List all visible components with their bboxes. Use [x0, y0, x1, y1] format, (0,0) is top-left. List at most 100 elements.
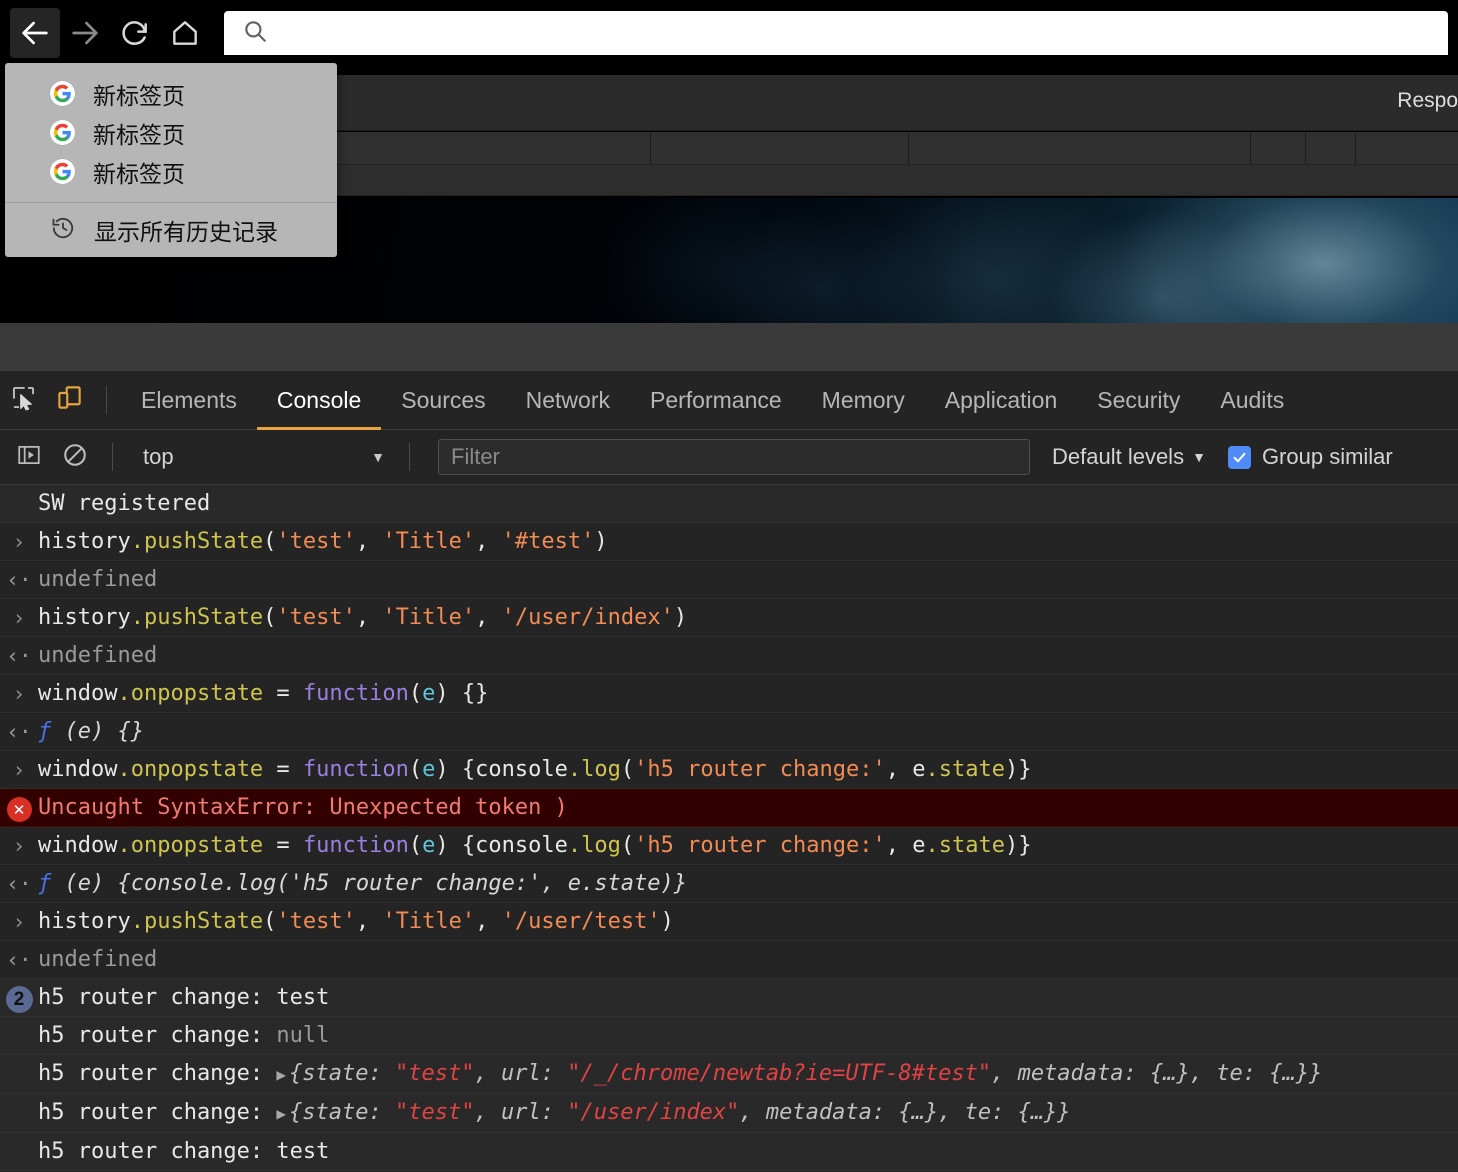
console-row-text: undefined [38, 565, 157, 595]
console-row[interactable]: ‹·undefined [0, 561, 1458, 599]
console-row[interactable]: SW registered [0, 485, 1458, 523]
tab-label: Console [277, 387, 361, 414]
tab-performance[interactable]: Performance [630, 371, 802, 430]
console-row[interactable]: ›window.onpopstate = function(e) {} [0, 675, 1458, 713]
expand-object-triangle[interactable]: ▶ [276, 1104, 286, 1123]
execution-context-select[interactable]: top ▼ [127, 440, 395, 474]
group-similar-checkbox[interactable] [1228, 446, 1251, 469]
home-button[interactable] [160, 8, 210, 58]
history-dropdown-menu: 新标签页 新标签页 新标签页 [5, 63, 337, 257]
back-button[interactable] [10, 8, 60, 58]
devtools-tabbar: Elements Console Sources Network Perform… [0, 371, 1458, 430]
console-toolbar: top ▼ Filter Default levels ▼ Group simi… [0, 430, 1458, 485]
toolbar-divider [409, 443, 410, 471]
clear-console-button[interactable] [52, 434, 98, 480]
console-row[interactable]: ‹·undefined [0, 637, 1458, 675]
console-row-text: history.pushState('test', 'Title', '#tes… [38, 527, 608, 557]
group-similar-toggle[interactable]: Group similar [1228, 444, 1393, 470]
console-row-text: Uncaught SyntaxError: Unexpected token ) [38, 793, 568, 823]
device-toolbar-button[interactable] [46, 377, 92, 423]
history-clock-icon [50, 215, 76, 246]
tab-sources[interactable]: Sources [381, 371, 505, 430]
history-menu-item[interactable]: 新标签页 [5, 152, 337, 191]
console-row[interactable]: ‹·undefined [0, 941, 1458, 979]
console-row[interactable]: ›window.onpopstate = function(e) {consol… [0, 751, 1458, 789]
console-row-text: SW registered [38, 489, 210, 519]
tab-security[interactable]: Security [1077, 371, 1200, 430]
device-toolbar-icon [56, 384, 83, 416]
console-row-text: h5 router change: null [38, 1021, 329, 1051]
row-gutter [0, 1021, 38, 1022]
tab-network[interactable]: Network [506, 371, 630, 430]
show-all-history-item[interactable]: 显示所有历史记录 [5, 203, 337, 257]
console-row[interactable]: ✕Uncaught SyntaxError: Unexpected token … [0, 789, 1458, 827]
tab-label: Audits [1220, 387, 1284, 414]
devtools-panel: Elements Console Sources Network Perform… [0, 370, 1458, 1172]
show-all-history-label: 显示所有历史记录 [94, 213, 278, 247]
output-result-icon: ‹· [0, 565, 38, 594]
output-result-icon: ‹· [0, 945, 38, 974]
console-row-text: history.pushState('test', 'Title', '/use… [38, 907, 674, 937]
cell-divider [1355, 132, 1356, 164]
console-row-text: window.onpopstate = function(e) {console… [38, 831, 1032, 861]
search-icon [242, 18, 268, 49]
console-row[interactable]: h5 router change: null [0, 1017, 1458, 1055]
console-row[interactable]: ‹·ƒ (e) {} [0, 713, 1458, 751]
history-menu-item-label: 新标签页 [93, 116, 185, 150]
toolbar-divider [112, 443, 113, 471]
back-arrow-icon [18, 16, 52, 50]
history-menu-item-label: 新标签页 [93, 77, 185, 111]
chevron-down-icon: ▼ [371, 449, 385, 465]
address-bar[interactable] [224, 11, 1448, 55]
console-row-text: ƒ (e) {} [38, 717, 144, 747]
reload-icon [119, 17, 151, 49]
input-prompt-icon: › [0, 907, 38, 936]
filter-placeholder: Filter [451, 444, 500, 470]
tab-console[interactable]: Console [257, 371, 381, 430]
console-row[interactable]: ›history.pushState('test', 'Title', '#te… [0, 523, 1458, 561]
cell-divider [1250, 132, 1251, 164]
filter-input[interactable]: Filter [438, 439, 1030, 475]
forward-arrow-icon [68, 16, 102, 50]
tab-label: Elements [141, 387, 237, 414]
page-footer [0, 323, 1458, 370]
console-row[interactable]: h5 router change: test [0, 1133, 1458, 1171]
console-row[interactable]: ›window.onpopstate = function(e) {consol… [0, 827, 1458, 865]
cell-divider [650, 132, 651, 164]
console-row-text: window.onpopstate = function(e) {} [38, 679, 488, 709]
console-row-text: undefined [38, 945, 157, 975]
history-menu-item[interactable]: 新标签页 [5, 74, 337, 113]
tab-label: Memory [822, 387, 905, 414]
inspect-element-button[interactable] [0, 377, 46, 423]
reload-button[interactable] [110, 8, 160, 58]
console-row[interactable]: ‹·ƒ (e) {console.log('h5 router change:'… [0, 865, 1458, 903]
forward-button[interactable] [60, 8, 110, 58]
log-levels-select[interactable]: Default levels ▼ [1052, 444, 1206, 470]
google-g-icon [50, 120, 75, 145]
console-row[interactable]: h5 router change: ▶{state: "test", url: … [0, 1055, 1458, 1094]
row-gutter [0, 1098, 38, 1099]
tab-application[interactable]: Application [925, 371, 1078, 430]
console-log-list[interactable]: SW registered›history.pushState('test', … [0, 485, 1458, 1171]
expand-object-triangle[interactable]: ▶ [276, 1065, 286, 1084]
console-row-text: window.onpopstate = function(e) {console… [38, 755, 1032, 785]
tab-elements[interactable]: Elements [121, 371, 257, 430]
toolbar-divider [106, 386, 107, 414]
tab-label: Application [945, 387, 1058, 414]
console-sidebar-button[interactable] [6, 434, 52, 480]
console-row-text: h5 router change: ▶{state: "test", url: … [38, 1059, 1322, 1090]
input-prompt-icon: › [0, 755, 38, 784]
console-row[interactable]: ›history.pushState('test', 'Title', '/us… [0, 903, 1458, 941]
tab-label: Sources [401, 387, 485, 414]
console-row[interactable]: 2h5 router change: test [0, 979, 1458, 1017]
console-row[interactable]: h5 router change: ▶{state: "test", url: … [0, 1094, 1458, 1133]
history-menu-item[interactable]: 新标签页 [5, 113, 337, 152]
chevron-down-icon: ▼ [1192, 449, 1206, 465]
input-prompt-icon: › [0, 527, 38, 556]
tab-memory[interactable]: Memory [802, 371, 925, 430]
responsive-label: Respo [1397, 89, 1458, 113]
console-row-text: h5 router change: test [38, 983, 329, 1013]
group-similar-label: Group similar [1262, 444, 1393, 470]
tab-audits[interactable]: Audits [1200, 371, 1304, 430]
console-row[interactable]: ›history.pushState('test', 'Title', '/us… [0, 599, 1458, 637]
